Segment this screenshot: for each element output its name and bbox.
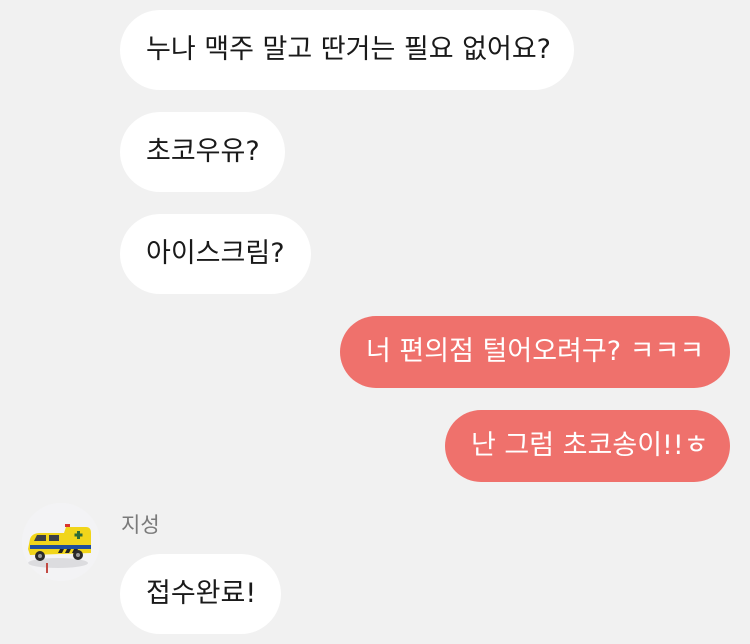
sender-avatar[interactable]: [22, 503, 100, 581]
message-text: 아이스크림?: [146, 238, 285, 269]
sender-name: 지성: [121, 513, 160, 537]
sent-message-bubble[interactable]: 너 편의점 털어오려구? ㅋㅋㅋ: [340, 316, 730, 388]
message-text: 접수완료!: [146, 578, 257, 609]
received-message-bubble[interactable]: 접수완료!: [120, 554, 281, 634]
message-text: 초코우유?: [146, 136, 260, 167]
received-message-bubble[interactable]: 초코우유?: [120, 112, 285, 192]
toy-ambulance-avatar-icon: [22, 503, 100, 581]
message-text: 누나 맥주 말고 딴거는 필요 없어요?: [146, 34, 552, 65]
received-message-bubble[interactable]: 아이스크림?: [120, 214, 311, 294]
received-message-bubble[interactable]: 누나 맥주 말고 딴거는 필요 없어요?: [120, 10, 574, 90]
message-text: 난 그럼 초코송이!!ㅎ: [471, 430, 709, 461]
sent-message-bubble[interactable]: 난 그럼 초코송이!!ㅎ: [445, 410, 730, 482]
message-text: 너 편의점 털어오려구? ㅋㅋㅋ: [366, 336, 705, 367]
